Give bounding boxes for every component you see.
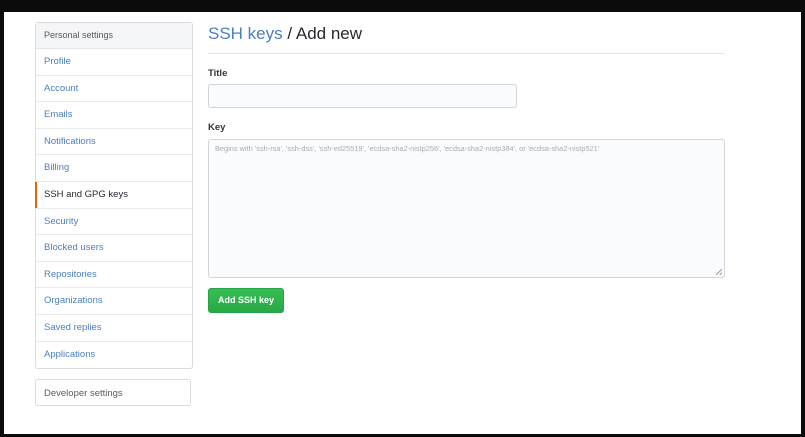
settings-page: Personal settings Profile Account Emails…: [4, 12, 801, 434]
sidebar-item-account[interactable]: Account: [36, 76, 192, 103]
sidebar-item-applications[interactable]: Applications: [36, 342, 192, 369]
key-label: Key: [208, 122, 226, 133]
resize-handle-icon[interactable]: [716, 269, 722, 275]
page-header: SSH keys / Add new: [208, 24, 724, 54]
sidebar-item-emails[interactable]: Emails: [36, 102, 192, 129]
sidebar-item-ssh-and-gpg-keys[interactable]: SSH and GPG keys: [35, 181, 192, 209]
breadcrumb-current: / Add new: [282, 24, 363, 43]
sidebar-item-organizations[interactable]: Organizations: [36, 288, 192, 315]
sidebar-item-saved-replies[interactable]: Saved replies: [36, 315, 192, 342]
sidebar-item-notifications[interactable]: Notifications: [36, 129, 192, 156]
sidebar-item-profile[interactable]: Profile: [36, 49, 192, 76]
page-title: SSH keys / Add new: [208, 24, 362, 43]
add-ssh-key-button[interactable]: Add SSH key: [208, 288, 284, 313]
sidebar-item-security[interactable]: Security: [36, 209, 192, 236]
breadcrumb-ssh-keys-link[interactable]: SSH keys: [208, 24, 283, 43]
personal-settings-menu: Personal settings Profile Account Emails…: [35, 22, 193, 370]
menu-heading: Personal settings: [36, 23, 192, 49]
sidebar-item-blocked-users[interactable]: Blocked users: [36, 235, 192, 262]
key-textarea[interactable]: Begins with 'ssh-rsa', 'ssh-dss', 'ssh-e…: [208, 139, 725, 278]
sidebar-item-repositories[interactable]: Repositories: [36, 262, 192, 289]
title-input[interactable]: [208, 84, 517, 108]
key-placeholder: Begins with 'ssh-rsa', 'ssh-dss', 'ssh-e…: [215, 144, 600, 153]
sidebar-item-billing[interactable]: Billing: [36, 155, 192, 182]
sidebar-item-developer-settings[interactable]: Developer settings: [35, 379, 191, 406]
title-label: Title: [208, 68, 228, 79]
